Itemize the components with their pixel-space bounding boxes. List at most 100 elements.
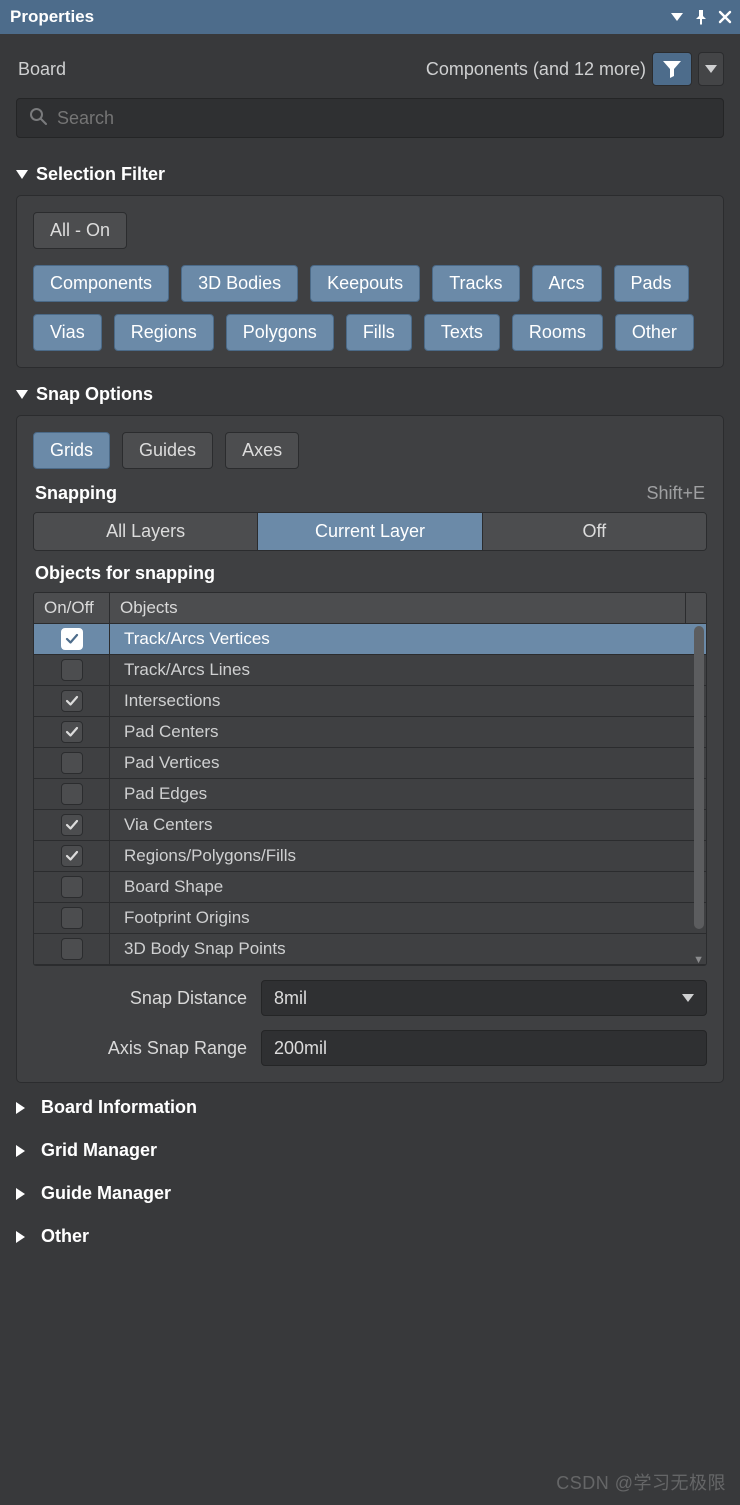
- section-snap-options-header[interactable]: Snap Options: [0, 368, 740, 415]
- filter-pads[interactable]: Pads: [614, 265, 689, 302]
- checkbox[interactable]: [61, 845, 83, 867]
- table-row[interactable]: Board Shape: [34, 872, 706, 903]
- object-label: Board Shape: [110, 877, 706, 897]
- object-label: Track/Arcs Lines: [110, 660, 706, 680]
- axis-snap-range-value: 200mil: [274, 1038, 327, 1059]
- snapping-shortcut: Shift+E: [646, 483, 705, 504]
- section-board-information-header[interactable]: Board Information: [0, 1083, 740, 1126]
- col-onoff[interactable]: On/Off: [34, 593, 110, 623]
- filter-fills[interactable]: Fills: [346, 314, 412, 351]
- table-row[interactable]: Regions/Polygons/Fills: [34, 841, 706, 872]
- collapse-icon: [16, 1231, 31, 1243]
- collapse-icon: [16, 1102, 31, 1114]
- object-label: Intersections: [110, 691, 706, 711]
- filter-polygons[interactable]: Polygons: [226, 314, 334, 351]
- checkbox[interactable]: [61, 938, 83, 960]
- checkbox[interactable]: [61, 876, 83, 898]
- object-label: Track/Arcs Vertices: [110, 629, 706, 649]
- section-guide-manager-header[interactable]: Guide Manager: [0, 1169, 740, 1212]
- checkbox[interactable]: [61, 690, 83, 712]
- filter-arcs[interactable]: Arcs: [532, 265, 602, 302]
- table-row[interactable]: Intersections: [34, 686, 706, 717]
- filter-components[interactable]: Components: [33, 265, 169, 302]
- snap-mode-current-layer[interactable]: Current Layer: [258, 513, 482, 550]
- filter-button[interactable]: [652, 52, 692, 86]
- filter-summary: Components (and 12 more): [426, 59, 646, 80]
- scroll-down-icon[interactable]: ▼: [693, 954, 704, 965]
- section-title: Snap Options: [36, 384, 153, 405]
- snap-distance-field[interactable]: 8mil: [261, 980, 707, 1016]
- collapse-icon: [16, 1188, 31, 1200]
- expand-icon: [16, 170, 28, 179]
- search-icon: [29, 107, 47, 130]
- snap-mode-off[interactable]: Off: [483, 513, 706, 550]
- object-label: Pad Centers: [110, 722, 706, 742]
- collapse-icon: [16, 1145, 31, 1157]
- object-label: 3D Body Snap Points: [110, 939, 706, 959]
- filter-regions[interactable]: Regions: [114, 314, 214, 351]
- filter-keepouts[interactable]: Keepouts: [310, 265, 420, 302]
- filter-dropdown-button[interactable]: [698, 52, 724, 86]
- selection-filter-group: All - On Components 3D Bodies Keepouts Trac…: [16, 195, 724, 368]
- all-on-button[interactable]: All - On: [33, 212, 127, 249]
- section-other-header[interactable]: Other: [0, 1212, 740, 1255]
- dropdown-icon[interactable]: [670, 11, 684, 23]
- table-row[interactable]: Via Centers: [34, 810, 706, 841]
- section-title: Other: [41, 1226, 89, 1247]
- filter-vias[interactable]: Vias: [33, 314, 102, 351]
- object-label: Pad Edges: [110, 784, 706, 804]
- col-objects[interactable]: Objects: [110, 593, 686, 623]
- funnel-icon: [662, 60, 682, 78]
- table-row[interactable]: 3D Body Snap Points: [34, 934, 706, 965]
- watermark: CSDN @学习无极限: [556, 1469, 726, 1495]
- section-grid-manager-header[interactable]: Grid Manager: [0, 1126, 740, 1169]
- search-input[interactable]: [57, 108, 711, 129]
- snap-toggle-axes[interactable]: Axes: [225, 432, 299, 469]
- axis-snap-range-label: Axis Snap Range: [33, 1038, 247, 1059]
- context-row: Board Components (and 12 more): [0, 34, 740, 98]
- snap-distance-label: Snap Distance: [33, 988, 247, 1009]
- snapping-label: Snapping: [35, 483, 117, 504]
- section-title: Board Information: [41, 1097, 197, 1118]
- section-selection-filter-header[interactable]: Selection Filter: [0, 148, 740, 195]
- table-row[interactable]: Track/Arcs Lines: [34, 655, 706, 686]
- checkbox[interactable]: [61, 814, 83, 836]
- pin-icon[interactable]: [694, 9, 708, 25]
- filter-tracks[interactable]: Tracks: [432, 265, 519, 302]
- snap-options-group: Grids Guides Axes Snapping Shift+E All Lay…: [16, 415, 724, 1083]
- context-label: Board: [18, 59, 66, 80]
- object-label: Pad Vertices: [110, 753, 706, 773]
- section-title: Guide Manager: [41, 1183, 171, 1204]
- panel-title: Properties: [10, 7, 94, 27]
- filter-texts[interactable]: Texts: [424, 314, 500, 351]
- snapping-mode-segmented: All LayersCurrent LayerOff: [33, 512, 707, 551]
- title-bar: Properties: [0, 0, 740, 34]
- close-icon[interactable]: [718, 10, 732, 24]
- col-end: [686, 593, 706, 623]
- table-row[interactable]: Pad Centers: [34, 717, 706, 748]
- snap-toggle-guides[interactable]: Guides: [122, 432, 213, 469]
- snap-mode-all-layers[interactable]: All Layers: [34, 513, 258, 550]
- table-row[interactable]: Track/Arcs Vertices: [34, 624, 706, 655]
- axis-snap-range-field[interactable]: 200mil: [261, 1030, 707, 1066]
- checkbox[interactable]: [61, 752, 83, 774]
- expand-icon: [16, 390, 28, 399]
- checkbox[interactable]: [61, 628, 83, 650]
- table-row[interactable]: Footprint Origins: [34, 903, 706, 934]
- search-box[interactable]: [16, 98, 724, 138]
- snap-toggle-grids[interactable]: Grids: [33, 432, 110, 469]
- filter-other[interactable]: Other: [615, 314, 694, 351]
- section-title: Selection Filter: [36, 164, 165, 185]
- filter-3d-bodies[interactable]: 3D Bodies: [181, 265, 298, 302]
- checkbox[interactable]: [61, 721, 83, 743]
- checkbox[interactable]: [61, 783, 83, 805]
- chevron-down-icon: [705, 65, 717, 73]
- object-label: Regions/Polygons/Fills: [110, 846, 706, 866]
- filter-rooms[interactable]: Rooms: [512, 314, 603, 351]
- table-scrollbar[interactable]: [694, 626, 704, 963]
- checkbox[interactable]: [61, 907, 83, 929]
- object-label: Footprint Origins: [110, 908, 706, 928]
- table-row[interactable]: Pad Edges: [34, 779, 706, 810]
- checkbox[interactable]: [61, 659, 83, 681]
- table-row[interactable]: Pad Vertices: [34, 748, 706, 779]
